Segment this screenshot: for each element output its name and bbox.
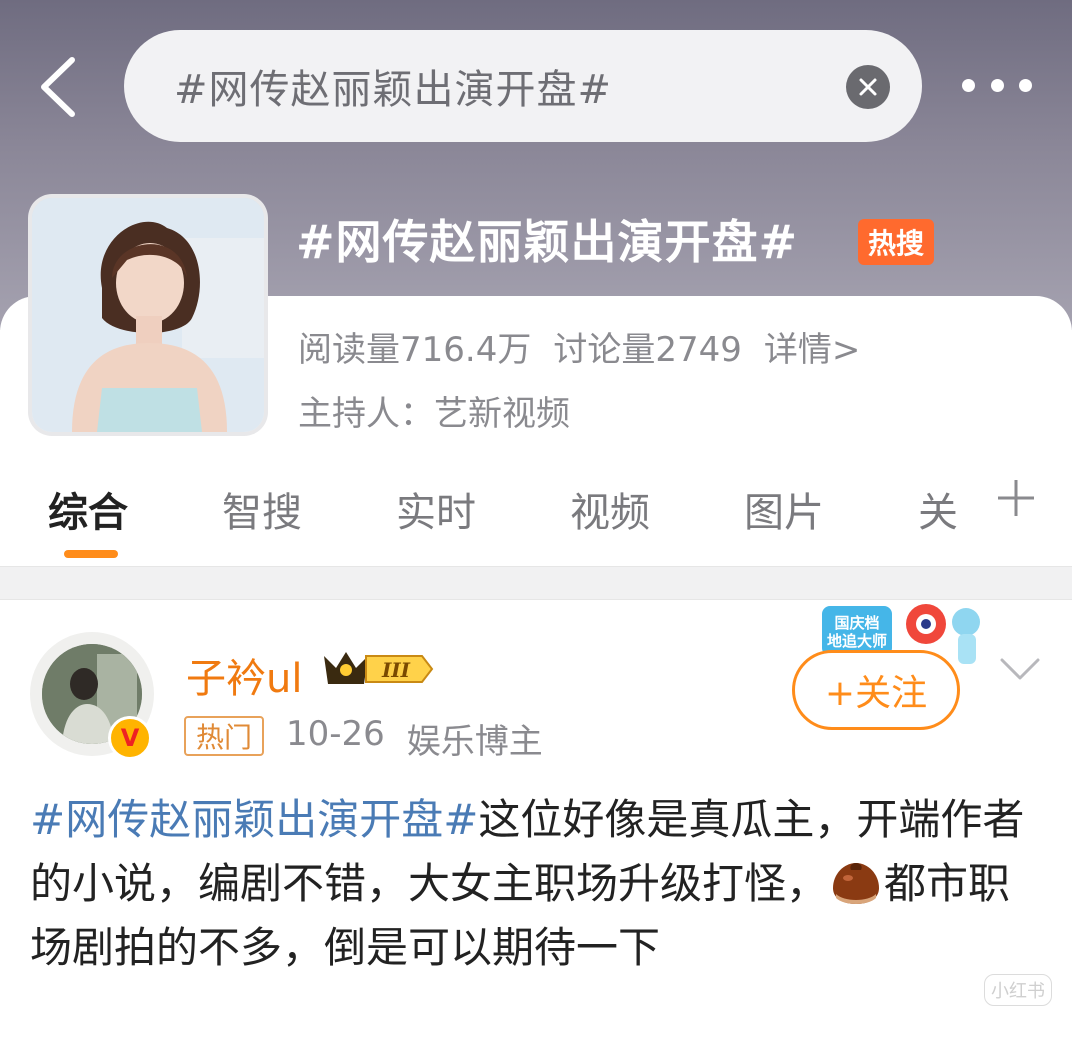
vip-level-badge: III bbox=[324, 652, 434, 684]
search-input[interactable]: #网传赵丽颖出演开盘# bbox=[124, 30, 922, 142]
tab-smart-search[interactable]: 智搜 bbox=[222, 480, 302, 538]
svg-text:地追大师: 地追大师 bbox=[827, 632, 887, 650]
follow-button[interactable]: +关注 bbox=[792, 650, 960, 730]
hot-search-badge: 热搜 bbox=[858, 219, 935, 265]
chevron-down-icon[interactable] bbox=[998, 656, 1042, 684]
back-button[interactable] bbox=[28, 52, 88, 122]
active-tab-indicator bbox=[64, 550, 118, 558]
post-meta: 10-26 娱乐博主 bbox=[286, 714, 543, 763]
section-separator bbox=[0, 566, 1072, 600]
read-count: 阅读量716.4万 bbox=[298, 330, 532, 370]
tab-comprehensive[interactable]: 综合 bbox=[48, 480, 128, 538]
back-arrow-icon bbox=[41, 57, 75, 117]
topic-stats: 阅读量716.4万 讨论量2749 详情> bbox=[298, 322, 860, 371]
more-icon[interactable] bbox=[962, 70, 1032, 100]
topic-image[interactable] bbox=[28, 194, 268, 436]
clear-icon bbox=[859, 78, 877, 96]
tab-realtime[interactable]: 实时 bbox=[396, 480, 476, 538]
post-hashtag[interactable]: #网传赵丽颖出演开盘# bbox=[30, 795, 478, 844]
tab-images[interactable]: 图片 bbox=[744, 480, 824, 538]
svg-text:国庆档: 国庆档 bbox=[834, 614, 879, 632]
clear-button[interactable] bbox=[846, 65, 890, 109]
tab-bar: 综合 智搜 实时 视频 图片 关 bbox=[0, 470, 1072, 566]
post-body: #网传赵丽颖出演开盘#这位好像是真瓜主，开端作者的小说，编剧不错，大女主职场升级… bbox=[30, 788, 1040, 980]
verified-badge: V bbox=[108, 716, 152, 760]
details-link[interactable]: 详情> bbox=[764, 322, 861, 371]
search-query: #网传赵丽颖出演开盘# bbox=[174, 67, 613, 113]
topic-host: 主持人：艺新视频 bbox=[298, 394, 570, 434]
post-username[interactable]: 子衿ul bbox=[186, 646, 302, 704]
post-author-role: 娱乐博主 bbox=[406, 722, 543, 762]
topic-photo bbox=[32, 198, 264, 432]
tab-related[interactable]: 关 bbox=[918, 480, 958, 538]
plus-icon[interactable] bbox=[994, 476, 1038, 520]
topic-page: #网传赵丽颖出演开盘# #网传赵丽颖出演开盘# 热搜 阅读量716.4万 讨论量… bbox=[0, 0, 1072, 1060]
hot-tag: 热门 bbox=[184, 716, 265, 756]
tab-video[interactable]: 视频 bbox=[570, 480, 650, 538]
vip-level: III bbox=[381, 658, 411, 682]
watermark: 小红书 bbox=[984, 974, 1052, 1006]
chestnut-emoji-icon bbox=[833, 863, 880, 904]
topic-title: #网传赵丽颖出演开盘# bbox=[296, 215, 799, 269]
post-date: 10-26 bbox=[286, 714, 385, 754]
discussion-count: 讨论量2749 bbox=[553, 330, 742, 370]
